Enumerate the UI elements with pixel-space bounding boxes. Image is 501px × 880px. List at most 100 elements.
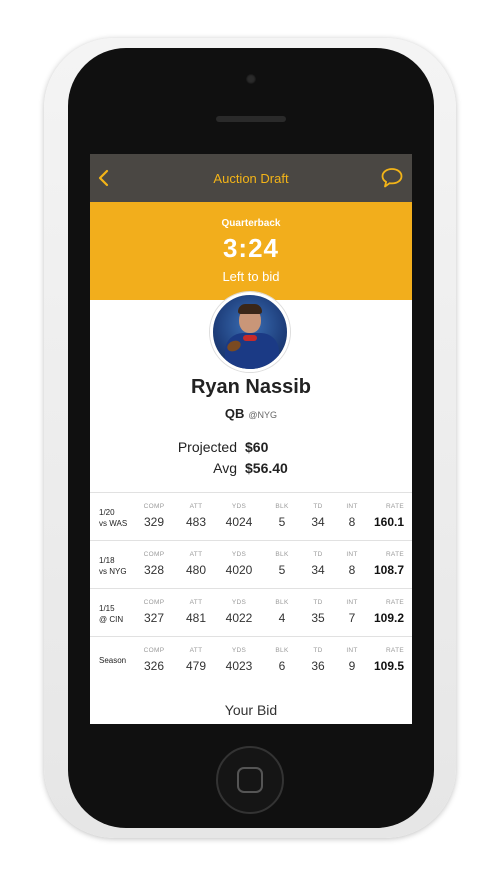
stat-cell-yds: YDS 4024 — [219, 503, 259, 529]
projected-value: $60 — [245, 438, 269, 455]
stats-row-date: 1/18 — [99, 556, 115, 565]
stats-row-date: Season — [99, 656, 127, 665]
stats-row-opponent: vs WAS — [99, 519, 128, 528]
stats-row-label: 1/18 vs NYG — [99, 555, 139, 577]
stat-value: 160.1 — [373, 515, 404, 529]
stat-cell-yds: YDS 4020 — [219, 551, 259, 577]
stat-cell-yds: YDS 4023 — [219, 647, 259, 673]
stat-cell-att: ATT 483 — [176, 503, 216, 529]
stat-cell-rate: RATE 160.1 — [360, 503, 404, 529]
stat-cell-comp: COMP 326 — [134, 647, 174, 673]
stats-row: 1/20 vs WAS COMP 329 ATT 483 YDS 4024 BLK 5 TD 34 IN… — [90, 492, 412, 540]
stat-header: BLK — [275, 599, 289, 606]
home-button-icon — [237, 767, 263, 793]
stat-value: 109.5 — [373, 659, 404, 673]
player-position: QB — [224, 406, 245, 421]
stat-value: 108.7 — [373, 563, 404, 577]
stat-value: 481 — [185, 611, 207, 625]
stat-header: YDS — [231, 647, 247, 654]
stat-header: YDS — [231, 599, 247, 606]
stat-value: 6 — [278, 659, 286, 673]
player-team: @NYG — [248, 410, 278, 420]
stat-value: 4 — [278, 611, 286, 625]
stat-cell-yds: YDS 4022 — [219, 599, 259, 625]
nav-bar: Auction Draft — [90, 154, 412, 202]
position-label: Quarterback — [221, 218, 281, 229]
projected-row: Projected $60 — [90, 436, 412, 457]
stats-row-label: 1/15 @ CIN — [99, 603, 139, 625]
stats-row-label: Season — [99, 655, 139, 666]
stats-row: Season COMP 326 ATT 479 YDS 4023 BLK 6 TD 36 INT 9 RA… — [90, 636, 412, 684]
stats-row: 1/18 vs NYG COMP 328 ATT 480 YDS 4020 BLK 5 TD 34 IN… — [90, 540, 412, 588]
stat-header: BLK — [275, 647, 289, 654]
stat-header: BLK — [275, 503, 289, 510]
avg-row: Avg $56.40 — [90, 457, 412, 478]
player-avatar — [210, 292, 290, 372]
stat-header: ATT — [189, 647, 203, 654]
stat-value: 4024 — [225, 515, 253, 529]
stat-header: ATT — [189, 551, 203, 558]
avatar-jersey-stripe — [243, 335, 257, 341]
timer-subtitle: Left to bid — [222, 269, 280, 284]
camera — [246, 74, 256, 84]
avg-label: Avg — [213, 459, 237, 476]
avg-value: $56.40 — [245, 459, 288, 476]
stat-cell-att: ATT 480 — [176, 551, 216, 577]
stat-header: COMP — [143, 599, 165, 606]
stats-row-date: 1/15 — [99, 604, 115, 613]
stat-value: 4020 — [225, 563, 253, 577]
stat-header: YDS — [231, 503, 247, 510]
stat-cell-att: ATT 479 — [176, 647, 216, 673]
player-position-line: QB @NYG — [90, 406, 412, 421]
bid-timer-banner: Quarterback 3:24 Left to bid — [90, 202, 412, 300]
stat-value: 329 — [143, 515, 165, 529]
stat-header: RATE — [385, 599, 404, 606]
home-button[interactable] — [216, 746, 284, 814]
stat-header: RATE — [385, 551, 404, 558]
stat-value: 5 — [278, 515, 286, 529]
player-name: Ryan Nassib — [190, 376, 312, 398]
valuation-block: Projected $60 Avg $56.40 — [90, 436, 412, 478]
speaker-grille — [216, 116, 286, 122]
stat-cell-blk: BLK 4 — [262, 599, 302, 625]
projected-label: Projected — [177, 438, 237, 455]
stat-cell-comp: COMP 329 — [134, 503, 174, 529]
stat-header: ATT — [189, 599, 203, 606]
stats-table: 1/20 vs WAS COMP 329 ATT 483 YDS 4024 BLK 5 TD 34 IN… — [90, 492, 412, 684]
stat-header: BLK — [275, 551, 289, 558]
stat-value: 5 — [278, 563, 286, 577]
stat-cell-blk: BLK 5 — [262, 551, 302, 577]
stat-value: 109.2 — [373, 611, 404, 625]
stat-value: 326 — [143, 659, 165, 673]
stat-value: 479 — [185, 659, 207, 673]
avatar-hair — [238, 304, 262, 314]
stat-header: COMP — [143, 551, 165, 558]
stat-cell-blk: BLK 5 — [262, 503, 302, 529]
stat-value: 480 — [185, 563, 207, 577]
stat-cell-comp: COMP 327 — [134, 599, 174, 625]
stat-header: COMP — [143, 503, 165, 510]
stat-cell-blk: BLK 6 — [262, 647, 302, 673]
stats-row-date: 1/20 — [99, 508, 115, 517]
stat-value: 4023 — [225, 659, 253, 673]
stat-header: COMP — [143, 647, 165, 654]
stats-row-label: 1/20 vs WAS — [99, 507, 139, 529]
stat-value: 4022 — [225, 611, 253, 625]
chat-bubble-icon[interactable] — [380, 167, 404, 189]
app-screen: Auction Draft Quarterback 3:24 Left to b… — [90, 154, 412, 724]
stat-cell-rate: RATE 109.2 — [360, 599, 404, 625]
countdown-timer: 3:24 — [222, 233, 280, 263]
stat-header: RATE — [385, 503, 404, 510]
stats-row: 1/15 @ CIN COMP 327 ATT 481 YDS 4022 BLK 4 TD 35 INT… — [90, 588, 412, 636]
stat-cell-att: ATT 481 — [176, 599, 216, 625]
page-title: Auction Draft — [213, 170, 289, 186]
stat-cell-comp: COMP 328 — [134, 551, 174, 577]
stat-header: YDS — [231, 551, 247, 558]
chevron-left-icon[interactable] — [94, 168, 114, 188]
stat-value: 327 — [143, 611, 165, 625]
stat-value: 328 — [143, 563, 165, 577]
stat-cell-rate: RATE 109.5 — [360, 647, 404, 673]
your-bid-label: Your Bid — [224, 702, 278, 718]
stat-cell-rate: RATE 108.7 — [360, 551, 404, 577]
stats-row-opponent: vs NYG — [99, 567, 127, 576]
